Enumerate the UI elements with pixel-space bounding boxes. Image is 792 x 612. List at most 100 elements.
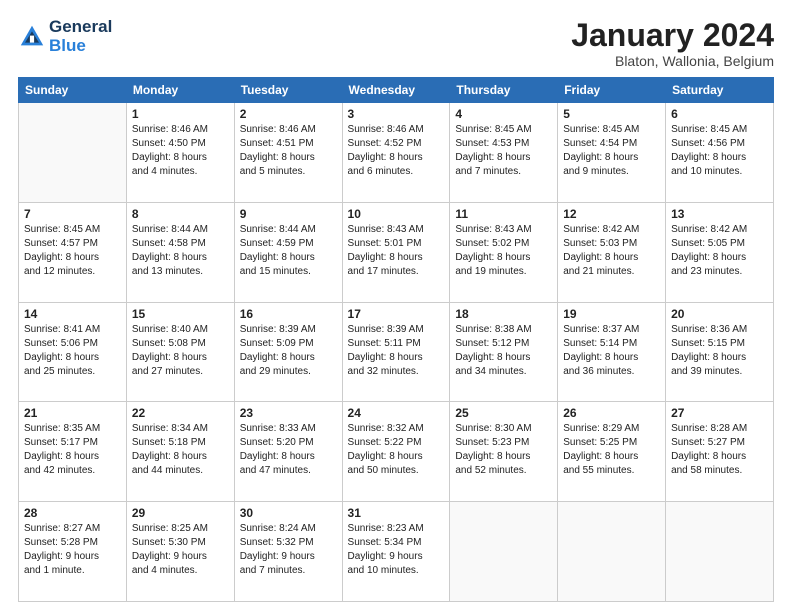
col-thursday: Thursday: [450, 78, 558, 103]
logo-general-label: General: [49, 18, 112, 37]
day-info: Sunrise: 8:45 AM Sunset: 4:56 PM Dayligh…: [671, 123, 768, 179]
day-number: 11: [455, 207, 552, 221]
table-row: 20 Sunrise: 8:36 AM Sunset: 5:15 PM Dayli…: [666, 302, 774, 402]
table-row: 21Sunrise: 8:35 AM Sunset: 5:17 PM Dayli…: [19, 402, 127, 502]
table-row: 10 Sunrise: 8:43 AM Sunset: 5:01 PM Dayli…: [342, 202, 450, 302]
day-info: Sunrise: 8:27 AM Sunset: 5:28 PM Dayligh…: [24, 522, 121, 578]
day-info: Sunrise: 8:34 AM Sunset: 5:18 PM Dayligh…: [132, 422, 229, 478]
table-row: 27Sunrise: 8:28 AM Sunset: 5:27 PM Dayli…: [666, 402, 774, 502]
day-number: 9: [240, 207, 337, 221]
day-info: Sunrise: 8:41 AM Sunset: 5:06 PM Dayligh…: [24, 323, 121, 379]
day-info: Sunrise: 8:30 AM Sunset: 5:23 PM Dayligh…: [455, 422, 552, 478]
table-row: 4Sunrise: 8:45 AM Sunset: 4:53 PM Daylig…: [450, 103, 558, 203]
day-info: Sunrise: 8:45 AM Sunset: 4:54 PM Dayligh…: [563, 123, 660, 179]
table-row: [558, 502, 666, 602]
day-info: Sunrise: 8:39 AM Sunset: 5:11 PM Dayligh…: [348, 323, 445, 379]
day-number: 14: [24, 307, 121, 321]
table-row: 19Sunrise: 8:37 AM Sunset: 5:14 PM Dayli…: [558, 302, 666, 402]
table-row: 28 Sunrise: 8:27 AM Sunset: 5:28 PM Dayli…: [19, 502, 127, 602]
day-number: 7: [24, 207, 121, 221]
day-number: 27: [671, 406, 768, 420]
day-number: 1: [132, 107, 229, 121]
table-row: 6 Sunrise: 8:45 AM Sunset: 4:56 PM Daylig…: [666, 103, 774, 203]
day-number: 28: [24, 506, 121, 520]
col-saturday: Saturday: [666, 78, 774, 103]
day-info: Sunrise: 8:43 AM Sunset: 5:01 PM Dayligh…: [348, 223, 445, 279]
day-number: 16: [240, 307, 337, 321]
day-info: Sunrise: 8:42 AM Sunset: 5:05 PM Dayligh…: [671, 223, 768, 279]
month-title: January 2024: [571, 18, 774, 53]
logo-text: General Blue: [49, 18, 112, 55]
calendar-week-row: 28 Sunrise: 8:27 AM Sunset: 5:28 PM Dayli…: [19, 502, 774, 602]
day-info: Sunrise: 8:46 AM Sunset: 4:52 PM Dayligh…: [348, 123, 445, 179]
day-info: Sunrise: 8:33 AM Sunset: 5:20 PM Dayligh…: [240, 422, 337, 478]
table-row: 2Sunrise: 8:46 AM Sunset: 4:51 PM Daylig…: [234, 103, 342, 203]
day-info: Sunrise: 8:24 AM Sunset: 5:32 PM Dayligh…: [240, 522, 337, 578]
day-number: 13: [671, 207, 768, 221]
title-block: January 2024 Blaton, Wallonia, Belgium: [571, 18, 774, 69]
logo: General Blue: [18, 18, 112, 55]
day-number: 6: [671, 107, 768, 121]
day-number: 4: [455, 107, 552, 121]
table-row: 8Sunrise: 8:44 AM Sunset: 4:58 PM Daylig…: [126, 202, 234, 302]
table-row: 16 Sunrise: 8:39 AM Sunset: 5:09 PM Dayli…: [234, 302, 342, 402]
col-tuesday: Tuesday: [234, 78, 342, 103]
calendar-week-row: 21Sunrise: 8:35 AM Sunset: 5:17 PM Dayli…: [19, 402, 774, 502]
table-row: 12Sunrise: 8:42 AM Sunset: 5:03 PM Dayli…: [558, 202, 666, 302]
table-row: [19, 103, 127, 203]
day-number: 17: [348, 307, 445, 321]
day-info: Sunrise: 8:42 AM Sunset: 5:03 PM Dayligh…: [563, 223, 660, 279]
calendar-table: Sunday Monday Tuesday Wednesday Thursday…: [18, 77, 774, 602]
table-row: 26 Sunrise: 8:29 AM Sunset: 5:25 PM Dayli…: [558, 402, 666, 502]
day-info: Sunrise: 8:35 AM Sunset: 5:17 PM Dayligh…: [24, 422, 121, 478]
table-row: 3Sunrise: 8:46 AM Sunset: 4:52 PM Daylig…: [342, 103, 450, 203]
table-row: 30Sunrise: 8:24 AM Sunset: 5:32 PM Dayli…: [234, 502, 342, 602]
header: General Blue January 2024 Blaton, Wallon…: [18, 18, 774, 69]
calendar-week-row: 7 Sunrise: 8:45 AM Sunset: 4:57 PM Daylig…: [19, 202, 774, 302]
day-info: Sunrise: 8:44 AM Sunset: 4:59 PM Dayligh…: [240, 223, 337, 279]
table-row: 11Sunrise: 8:43 AM Sunset: 5:02 PM Dayli…: [450, 202, 558, 302]
day-info: Sunrise: 8:46 AM Sunset: 4:50 PM Dayligh…: [132, 123, 229, 179]
table-row: 13 Sunrise: 8:42 AM Sunset: 5:05 PM Dayli…: [666, 202, 774, 302]
day-info: Sunrise: 8:46 AM Sunset: 4:51 PM Dayligh…: [240, 123, 337, 179]
table-row: 17 Sunrise: 8:39 AM Sunset: 5:11 PM Dayli…: [342, 302, 450, 402]
table-row: 1 Sunrise: 8:46 AM Sunset: 4:50 PM Daylig…: [126, 103, 234, 203]
day-number: 31: [348, 506, 445, 520]
table-row: 22Sunrise: 8:34 AM Sunset: 5:18 PM Dayli…: [126, 402, 234, 502]
calendar-week-row: 14 Sunrise: 8:41 AM Sunset: 5:06 PM Dayli…: [19, 302, 774, 402]
day-number: 8: [132, 207, 229, 221]
location-subtitle: Blaton, Wallonia, Belgium: [571, 53, 774, 69]
table-row: 5 Sunrise: 8:45 AM Sunset: 4:54 PM Daylig…: [558, 103, 666, 203]
day-info: Sunrise: 8:36 AM Sunset: 5:15 PM Dayligh…: [671, 323, 768, 379]
table-row: 14 Sunrise: 8:41 AM Sunset: 5:06 PM Dayli…: [19, 302, 127, 402]
col-sunday: Sunday: [19, 78, 127, 103]
logo-blue-label: Blue: [49, 37, 112, 56]
day-number: 26: [563, 406, 660, 420]
table-row: [450, 502, 558, 602]
day-number: 20: [671, 307, 768, 321]
day-number: 10: [348, 207, 445, 221]
day-number: 29: [132, 506, 229, 520]
logo-icon: [18, 23, 46, 51]
day-number: 18: [455, 307, 552, 321]
day-info: Sunrise: 8:32 AM Sunset: 5:22 PM Dayligh…: [348, 422, 445, 478]
col-wednesday: Wednesday: [342, 78, 450, 103]
day-number: 24: [348, 406, 445, 420]
day-info: Sunrise: 8:45 AM Sunset: 4:57 PM Dayligh…: [24, 223, 121, 279]
day-info: Sunrise: 8:23 AM Sunset: 5:34 PM Dayligh…: [348, 522, 445, 578]
col-friday: Friday: [558, 78, 666, 103]
day-number: 5: [563, 107, 660, 121]
table-row: 24 Sunrise: 8:32 AM Sunset: 5:22 PM Dayli…: [342, 402, 450, 502]
day-info: Sunrise: 8:40 AM Sunset: 5:08 PM Dayligh…: [132, 323, 229, 379]
day-info: Sunrise: 8:38 AM Sunset: 5:12 PM Dayligh…: [455, 323, 552, 379]
day-info: Sunrise: 8:29 AM Sunset: 5:25 PM Dayligh…: [563, 422, 660, 478]
table-row: 25 Sunrise: 8:30 AM Sunset: 5:23 PM Dayli…: [450, 402, 558, 502]
table-row: 29Sunrise: 8:25 AM Sunset: 5:30 PM Dayli…: [126, 502, 234, 602]
table-row: 23Sunrise: 8:33 AM Sunset: 5:20 PM Dayli…: [234, 402, 342, 502]
day-info: Sunrise: 8:39 AM Sunset: 5:09 PM Dayligh…: [240, 323, 337, 379]
col-monday: Monday: [126, 78, 234, 103]
table-row: 9 Sunrise: 8:44 AM Sunset: 4:59 PM Daylig…: [234, 202, 342, 302]
table-row: 7 Sunrise: 8:45 AM Sunset: 4:57 PM Daylig…: [19, 202, 127, 302]
day-number: 25: [455, 406, 552, 420]
day-info: Sunrise: 8:37 AM Sunset: 5:14 PM Dayligh…: [563, 323, 660, 379]
